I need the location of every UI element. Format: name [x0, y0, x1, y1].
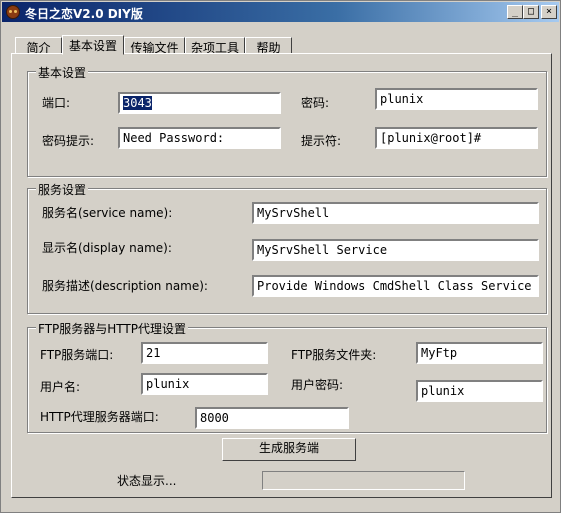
ftp-port-label: FTP服务端口: — [40, 348, 114, 362]
service-name-label: 服务名(service name): — [42, 206, 173, 220]
display-name-field[interactable]: MySrvShell Service — [252, 239, 539, 261]
ftp-http-title: FTP服务器与HTTP代理设置 — [36, 320, 188, 337]
ftp-user-label: 用户名: — [40, 380, 81, 394]
generate-server-button[interactable]: 生成服务端 — [222, 438, 356, 461]
app-icon — [6, 5, 20, 19]
tab-file-transfer[interactable]: 传输文件 — [124, 37, 185, 55]
maximize-button[interactable]: □ — [523, 5, 539, 19]
ftp-port-field[interactable]: 21 — [141, 342, 268, 364]
display-name-label: 显示名(display name): — [42, 241, 172, 255]
prompt-label: 提示符: — [301, 134, 342, 148]
ftp-password-field[interactable]: plunix — [416, 380, 543, 402]
password-hint-label: 密码提示: — [42, 134, 95, 148]
tab-intro[interactable]: 简介 — [15, 37, 62, 55]
service-name-field[interactable]: MySrvShell — [252, 202, 539, 224]
password-label: 密码: — [301, 96, 330, 110]
ftp-user-field[interactable]: plunix — [141, 373, 268, 395]
service-settings-title: 服务设置 — [36, 181, 89, 198]
password-hint-field[interactable]: Need Password: — [118, 127, 281, 149]
minimize-button[interactable]: _ — [507, 5, 523, 19]
http-port-label: HTTP代理服务器端口: — [40, 410, 159, 424]
close-button[interactable]: × — [541, 5, 557, 19]
basic-settings-group: 基本设置 — [27, 64, 547, 177]
port-label: 端口: — [42, 96, 71, 110]
basic-settings-title: 基本设置 — [36, 64, 89, 81]
ftp-folder-field[interactable]: MyFtp — [416, 342, 543, 364]
ftp-password-label: 用户密码: — [291, 378, 344, 392]
tab-basic-settings[interactable]: 基本设置 — [62, 35, 124, 55]
http-port-field[interactable]: 8000 — [195, 407, 349, 429]
window-title: 冬日之恋V2.0 DIY版 — [25, 7, 143, 21]
tab-misc-tools[interactable]: 杂项工具 — [185, 37, 245, 55]
ftp-folder-label: FTP服务文件夹: — [291, 348, 377, 362]
title-bar[interactable]: 冬日之恋V2.0 DIY版 _ □ × — [2, 2, 559, 22]
prompt-field[interactable]: [plunix@root]# — [375, 127, 538, 149]
main-window: 冬日之恋V2.0 DIY版 _ □ × 简介 基本设置 传输文件 杂项工具 帮助… — [0, 0, 561, 513]
description-field[interactable]: Provide Windows CmdShell Class Service — [252, 275, 539, 297]
description-label: 服务描述(description name): — [42, 279, 208, 293]
password-field[interactable]: plunix — [375, 88, 538, 110]
port-field[interactable]: 3043 — [118, 92, 281, 114]
tab-help[interactable]: 帮助 — [245, 37, 292, 55]
status-display — [262, 471, 465, 490]
status-label: 状态显示... — [117, 474, 177, 488]
